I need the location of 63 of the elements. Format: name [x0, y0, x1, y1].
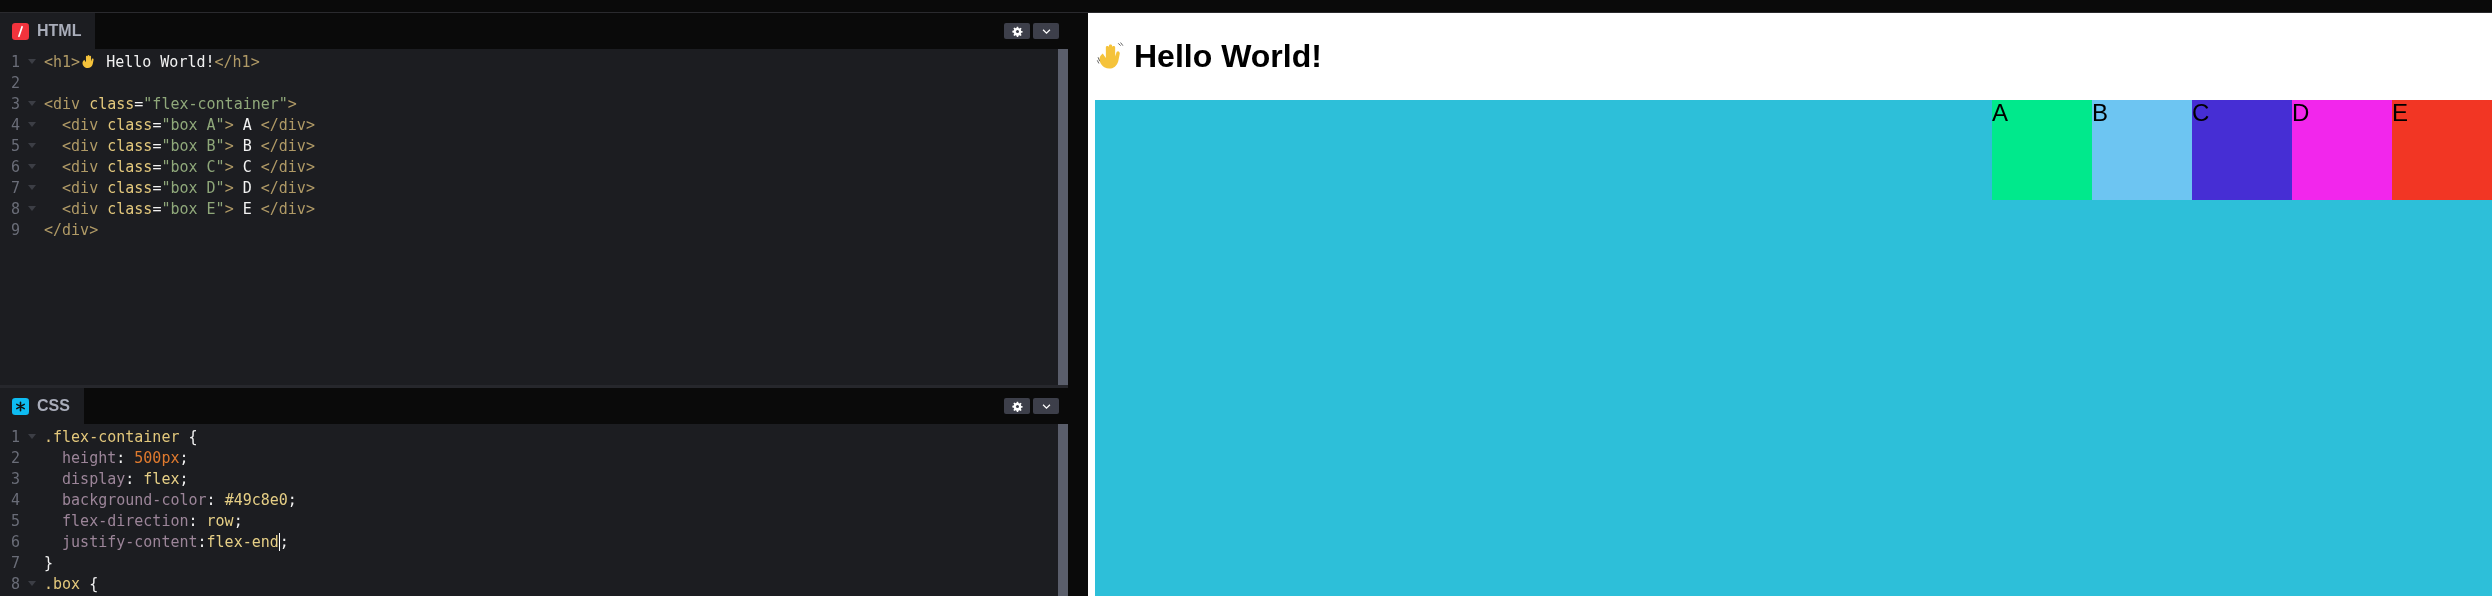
line-number: 8 [9, 574, 20, 593]
code-line: background-color: #49c8e0; [61, 490, 297, 509]
fold-arrow-icon[interactable] [28, 434, 36, 439]
code-line: </div> [44, 220, 99, 239]
code-line: } [44, 553, 54, 572]
settings-icon [1011, 400, 1023, 412]
fold-arrow-icon[interactable] [28, 143, 36, 148]
line-number: 9 [9, 220, 20, 239]
fold-arrow-icon[interactable] [28, 581, 36, 586]
line-number: 2 [9, 73, 20, 92]
code-line: justify-content:flex-end; [61, 532, 289, 551]
fold-arrow-icon[interactable] [28, 164, 36, 169]
code-line: <div class="box A"> A </div> [61, 115, 315, 134]
line-number: 7 [9, 553, 20, 572]
line-number: 3 [9, 469, 20, 488]
editor-tab[interactable]: CSS [0, 388, 84, 424]
editor-tab[interactable]: HTML [0, 13, 96, 49]
line-number: 3 [9, 94, 20, 113]
code-line: .box { [44, 574, 99, 593]
flex-box: C [2192, 100, 2292, 200]
code-line: <div class="box D"> D </div> [61, 178, 315, 197]
fold-arrow-icon[interactable] [28, 101, 36, 106]
settings-button[interactable] [1004, 23, 1030, 39]
code-line: <div class="flex-container"> [44, 94, 297, 113]
code-line: <div class="box B"> B </div> [61, 136, 315, 155]
tab-label: HTML [37, 22, 82, 40]
line-number: 4 [9, 490, 20, 509]
asterisk-icon [12, 397, 29, 415]
code-line: <div class="box C"> C </div> [61, 157, 315, 176]
line-number: 1 [9, 52, 20, 71]
code-line: flex-direction: row; [61, 511, 243, 530]
scrollbar[interactable] [1058, 424, 1068, 596]
code-line: .flex-container { [44, 427, 198, 446]
line-number: 7 [9, 178, 20, 197]
line-number: 1 [9, 427, 20, 446]
settings-icon [1011, 25, 1023, 37]
dropdown-button[interactable] [1033, 398, 1059, 414]
fold-arrow-icon[interactable] [28, 206, 36, 211]
line-number: 6 [9, 157, 20, 176]
line-number: 2 [9, 448, 20, 467]
scrollbar[interactable] [1058, 49, 1068, 385]
fold-arrow-icon[interactable] [28, 59, 36, 64]
fold-arrow-icon[interactable] [28, 122, 36, 127]
page-heading: Hello World! [1134, 38, 1322, 75]
fold-arrow-icon[interactable] [28, 185, 36, 190]
line-number: 5 [9, 511, 20, 530]
flex-box: B [2092, 100, 2192, 200]
dropdown-button[interactable] [1033, 23, 1059, 39]
flex-box: E [2392, 100, 2492, 200]
code-line: <div class="box E"> E </div> [61, 199, 315, 218]
tab-label: CSS [37, 397, 70, 415]
code-line: height: 500px; [61, 448, 189, 467]
line-number: 8 [9, 199, 20, 218]
settings-button[interactable] [1004, 398, 1030, 414]
flex-box: D [2292, 100, 2392, 200]
flex-box: A [1992, 100, 2092, 200]
code-line: <h1> Hello World!</h1> [44, 52, 260, 71]
slash-icon [12, 22, 29, 40]
waving-hand-icon [1095, 41, 1126, 72]
line-number: 5 [9, 136, 20, 155]
line-number: 6 [9, 532, 20, 551]
code-line: display: flex; [61, 469, 189, 488]
line-number: 4 [9, 115, 20, 134]
